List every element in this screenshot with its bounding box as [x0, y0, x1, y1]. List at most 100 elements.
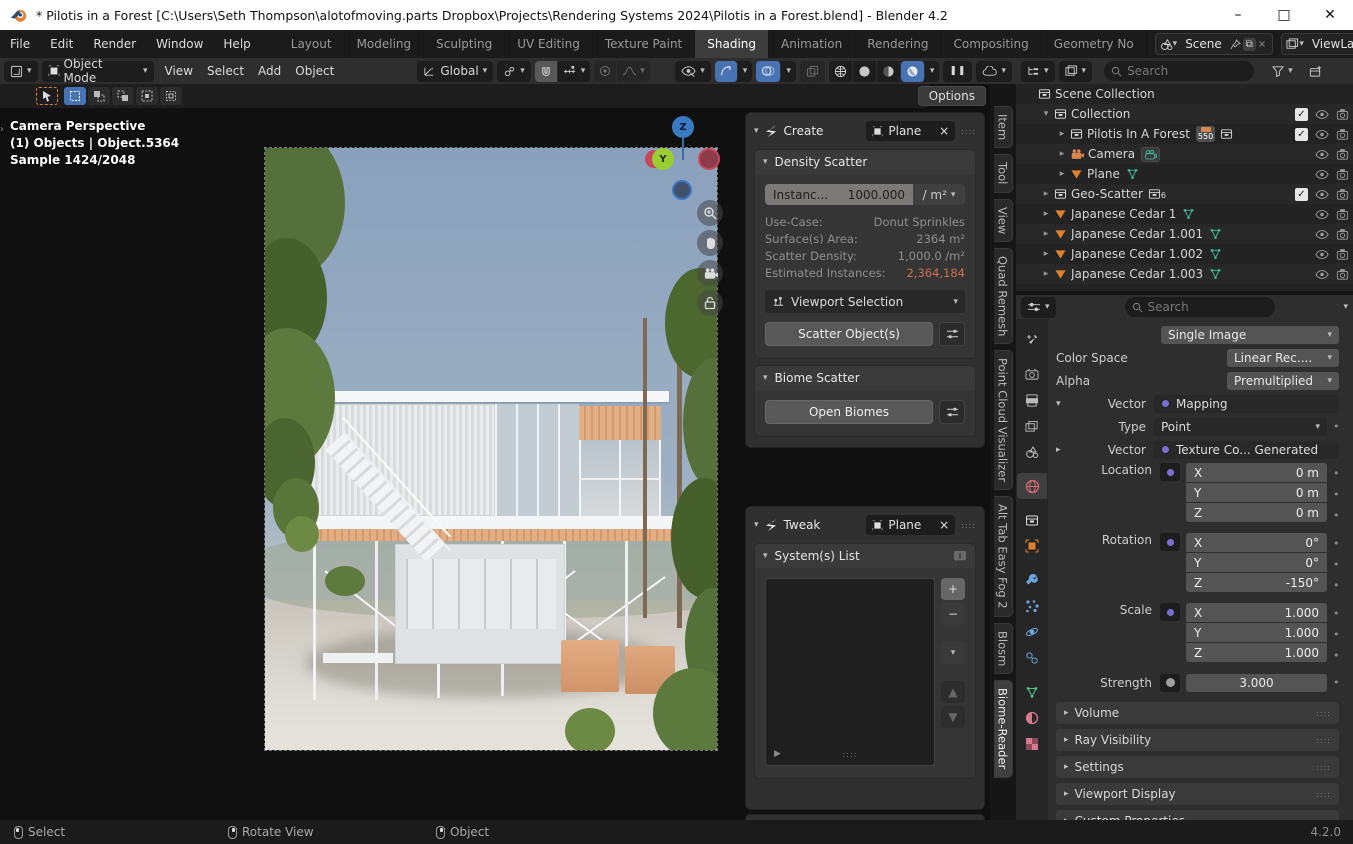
properties-tab-tool[interactable]	[1017, 327, 1047, 353]
list-expand-icon[interactable]: ▶	[774, 749, 781, 759]
expander-icon[interactable]: ▸	[1054, 169, 1070, 179]
properties-tab-constraints[interactable]	[1017, 645, 1047, 671]
xray-toggle[interactable]	[800, 61, 825, 82]
outliner-item-label[interactable]: Japanese Cedar 1	[1071, 207, 1176, 221]
disable-render-icon[interactable]	[1336, 108, 1349, 120]
maximize-button[interactable]: □	[1261, 0, 1307, 30]
properties-tab-view-layer[interactable]	[1017, 413, 1047, 439]
animate-dot[interactable]: •	[1333, 676, 1339, 689]
mapping-type-dropdown[interactable]: Point▾	[1154, 418, 1327, 436]
sidebar-tab-biome-reader[interactable]: Biome-Reader	[994, 680, 1013, 777]
menu-render[interactable]: Render	[83, 37, 146, 51]
alpha-dropdown[interactable]: Premultiplied▾	[1227, 372, 1339, 390]
expander-icon[interactable]: ▸	[1054, 149, 1070, 159]
menu-window[interactable]: Window	[146, 37, 213, 51]
rotation-socket-toggle[interactable]	[1160, 533, 1180, 551]
outliner-item-label[interactable]: Geo-Scatter	[1071, 187, 1143, 201]
animate-dot[interactable]: •	[1333, 603, 1339, 623]
sidebar-tab-blosm[interactable]: Blosm	[994, 623, 1013, 674]
outliner-display-mode-selector[interactable]: ▾	[1059, 61, 1093, 82]
scale-socket-toggle[interactable]	[1160, 603, 1180, 621]
outliner-row[interactable]: ▸ Pilotis In A Forest 550 ✓	[1016, 124, 1353, 144]
location-x-field[interactable]: X0 m	[1186, 463, 1327, 482]
vector-mapping-field[interactable]: Mapping	[1154, 395, 1339, 413]
properties-tab-output[interactable]	[1017, 387, 1047, 413]
workspace-tab-texture-paint[interactable]: Texture Paint	[593, 30, 695, 58]
viewport-3d[interactable]: Options › Camera Perspective (1) Objects…	[0, 84, 1016, 820]
animate-dot[interactable]: •	[1333, 554, 1339, 574]
color-space-dropdown[interactable]: Linear Rec....▾	[1227, 349, 1339, 367]
systems-list[interactable]: ▶ ::::	[765, 578, 935, 766]
location-z-field[interactable]: Z0 m	[1186, 503, 1327, 522]
density-unit-dropdown[interactable]: / m²▾	[913, 184, 965, 205]
outliner-item-label[interactable]: Japanese Cedar 1.002	[1071, 247, 1203, 261]
lock-view-button[interactable]	[697, 290, 723, 316]
strength-socket-toggle[interactable]	[1160, 674, 1180, 692]
exclude-checkbox[interactable]: ✓	[1295, 108, 1308, 121]
rotation-x-field[interactable]: X0°	[1186, 533, 1327, 552]
viewport-menu-object[interactable]: Object	[288, 64, 341, 78]
animate-dot[interactable]: •	[1333, 575, 1339, 595]
editor-type-button[interactable]: ▾	[4, 61, 38, 82]
options-button[interactable]: Options	[918, 86, 986, 106]
disable-render-icon[interactable]	[1336, 148, 1349, 160]
proportional-falloff-selector[interactable]: ▾	[617, 61, 650, 82]
select-subtract-tool-button[interactable]	[112, 87, 134, 105]
properties-tab-world[interactable]	[1017, 473, 1047, 499]
properties-search-input[interactable]: Search	[1125, 297, 1275, 317]
remove-system-button[interactable]: −	[941, 603, 965, 625]
hide-eye-icon[interactable]	[1315, 209, 1329, 220]
render-pass-selector[interactable]: ▾	[976, 61, 1012, 82]
viewlayer-name[interactable]: ViewLayer	[1304, 37, 1353, 51]
unlink-scene-icon[interactable]: ×	[1258, 39, 1266, 50]
outliner-item-label[interactable]: Pilotis In A Forest	[1087, 127, 1190, 141]
info-icon[interactable]: i	[953, 550, 967, 563]
menu-file[interactable]: File	[0, 37, 40, 51]
toolbar-expand-arrow[interactable]: ›	[0, 124, 4, 135]
sidebar-tab-alt-tab-easy-fog-2[interactable]: Alt Tab Easy Fog 2	[994, 496, 1013, 617]
proportional-editing-toggle[interactable]	[594, 61, 617, 82]
sidebar-tab-view[interactable]: View	[994, 199, 1013, 242]
properties-tab-render[interactable]	[1017, 361, 1047, 387]
outliner-filter-button[interactable]: ▾	[1266, 61, 1299, 82]
shading-material-button[interactable]	[877, 61, 901, 82]
properties-tab-scene[interactable]	[1017, 439, 1047, 465]
overlays-toggle[interactable]	[756, 61, 781, 82]
gizmo-toggle[interactable]	[715, 61, 738, 82]
viewport-menu-add[interactable]: Add	[251, 64, 288, 78]
open-biomes-button[interactable]: Open Biomes	[765, 400, 933, 424]
sidebar-tab-quad-remesh[interactable]: Quad Remesh	[994, 248, 1013, 344]
section-ray-visibility[interactable]: ▸ Ray Visibility ::::	[1056, 729, 1339, 751]
viewport-menu-view[interactable]: View	[158, 64, 200, 78]
scale-z-field[interactable]: Z1.000	[1186, 643, 1327, 662]
close-button[interactable]: ✕	[1307, 0, 1353, 30]
texture-coordinate-field[interactable]: Texture Co... Generated	[1154, 441, 1339, 459]
panel-grip[interactable]: ::::	[961, 521, 976, 530]
outliner-row[interactable]: ▸ Japanese Cedar 1.002	[1016, 244, 1353, 264]
workspace-tab-uv-editing[interactable]: UV Editing	[505, 30, 593, 58]
expander-icon[interactable]: ▸	[1038, 229, 1054, 239]
tweak-tool-button[interactable]	[36, 87, 58, 105]
expander-icon[interactable]: ▸	[1038, 189, 1054, 199]
create-target-object-field[interactable]: Plane ×	[866, 121, 955, 141]
outliner-row[interactable]: ▸ Geo-Scatter 6 ✓	[1016, 184, 1353, 204]
collapse-icon[interactable]: ▾	[754, 520, 759, 530]
viewport-menu-select[interactable]: Select	[200, 64, 251, 78]
image-source-dropdown[interactable]: Single Image▾	[1161, 326, 1339, 344]
clear-target-icon[interactable]: ×	[939, 124, 949, 138]
section-grip[interactable]: ::::	[1316, 763, 1331, 772]
outliner-item-label[interactable]: Plane	[1087, 167, 1120, 181]
collapse-icon[interactable]: ▾	[763, 157, 768, 167]
scene-selector[interactable]: ▾ Scene ⧉ ×	[1155, 33, 1274, 55]
gizmo-options-selector[interactable]: ▾	[738, 61, 753, 82]
properties-tab-object[interactable]	[1017, 533, 1047, 559]
section-custom-properties[interactable]: ▸ Custom Properties ::::	[1056, 810, 1339, 820]
clear-target-icon[interactable]: ×	[939, 518, 949, 532]
expander-icon[interactable]: ▸	[1038, 249, 1054, 259]
shading-rendered-button[interactable]	[901, 61, 925, 82]
minimize-button[interactable]: –	[1215, 0, 1261, 30]
expander-icon[interactable]: ▾	[1038, 109, 1054, 119]
animate-dot[interactable]: •	[1333, 463, 1339, 483]
biome-settings-button[interactable]	[939, 400, 965, 424]
animate-dot[interactable]: •	[1333, 645, 1339, 665]
